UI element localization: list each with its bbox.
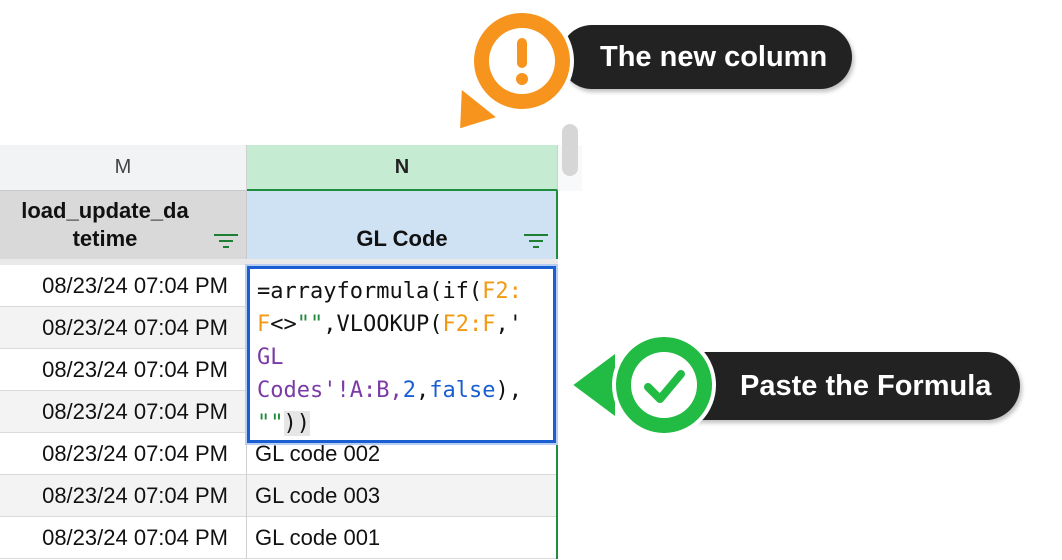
filter-icon[interactable] <box>524 233 548 249</box>
formula-editor[interactable]: =arrayformula(if(F2: F<>"",VLOOKUP(F2:F,… <box>247 266 556 443</box>
formula-sheet-ref: !A:B, <box>336 378 403 403</box>
formula-number: 2 <box>402 378 416 403</box>
filter-icon[interactable] <box>214 233 238 249</box>
checkmark-icon <box>568 333 716 437</box>
formula-token: ), <box>495 378 522 403</box>
formula-token: <> <box>270 312 297 337</box>
cell-n[interactable]: GL code 001 <box>247 517 558 559</box>
callout-new-column: The new column <box>560 25 852 89</box>
header-cell-gl-code[interactable]: GL Code <box>247 191 558 259</box>
callout-label: Paste the Formula <box>740 369 992 402</box>
table-row: 08/23/24 07:04 PM GL code 001 <box>0 517 558 559</box>
formula-token: )) <box>283 411 310 436</box>
cell-n[interactable]: GL code 003 <box>247 475 558 517</box>
formula-token: ,' <box>495 312 522 337</box>
cell-m[interactable]: 08/23/24 07:04 PM <box>0 391 247 433</box>
formula-range: F2:F <box>442 312 496 337</box>
cell-m[interactable]: 08/23/24 07:04 PM <box>0 433 247 475</box>
header-cell-load-update-datetime[interactable]: load_update_da tetime <box>0 191 247 259</box>
formula-string: "" <box>257 411 284 436</box>
formula-sheet-ref: GL <box>257 345 284 370</box>
formula-sheet-ref: Codes' <box>257 378 337 403</box>
formula-string: "" <box>296 312 324 337</box>
callout-label: The new column <box>600 40 828 73</box>
formula-range: F2: <box>482 279 522 304</box>
column-header-n[interactable]: N <box>247 145 558 191</box>
exclamation-icon <box>456 9 574 133</box>
formula-range: F <box>257 312 271 337</box>
cell-m[interactable]: 08/23/24 07:04 PM <box>0 265 247 307</box>
cell-m[interactable]: 08/23/24 07:04 PM <box>0 475 247 517</box>
header-label: load_update_da tetime <box>21 198 189 251</box>
column-header-m[interactable]: M <box>0 145 247 191</box>
formula-token: , <box>415 378 430 403</box>
table-row: 08/23/24 07:04 PM GL code 003 <box>0 475 558 517</box>
cell-m[interactable]: 08/23/24 07:04 PM <box>0 349 247 391</box>
formula-token: ,VLOOKUP( <box>323 312 443 337</box>
formula-token: =arrayformula(if( <box>257 279 483 304</box>
cell-m[interactable]: 08/23/24 07:04 PM <box>0 307 247 349</box>
header-label: GL Code <box>356 226 448 251</box>
cell-m[interactable]: 08/23/24 07:04 PM <box>0 517 247 559</box>
formula-boolean: false <box>429 378 496 403</box>
